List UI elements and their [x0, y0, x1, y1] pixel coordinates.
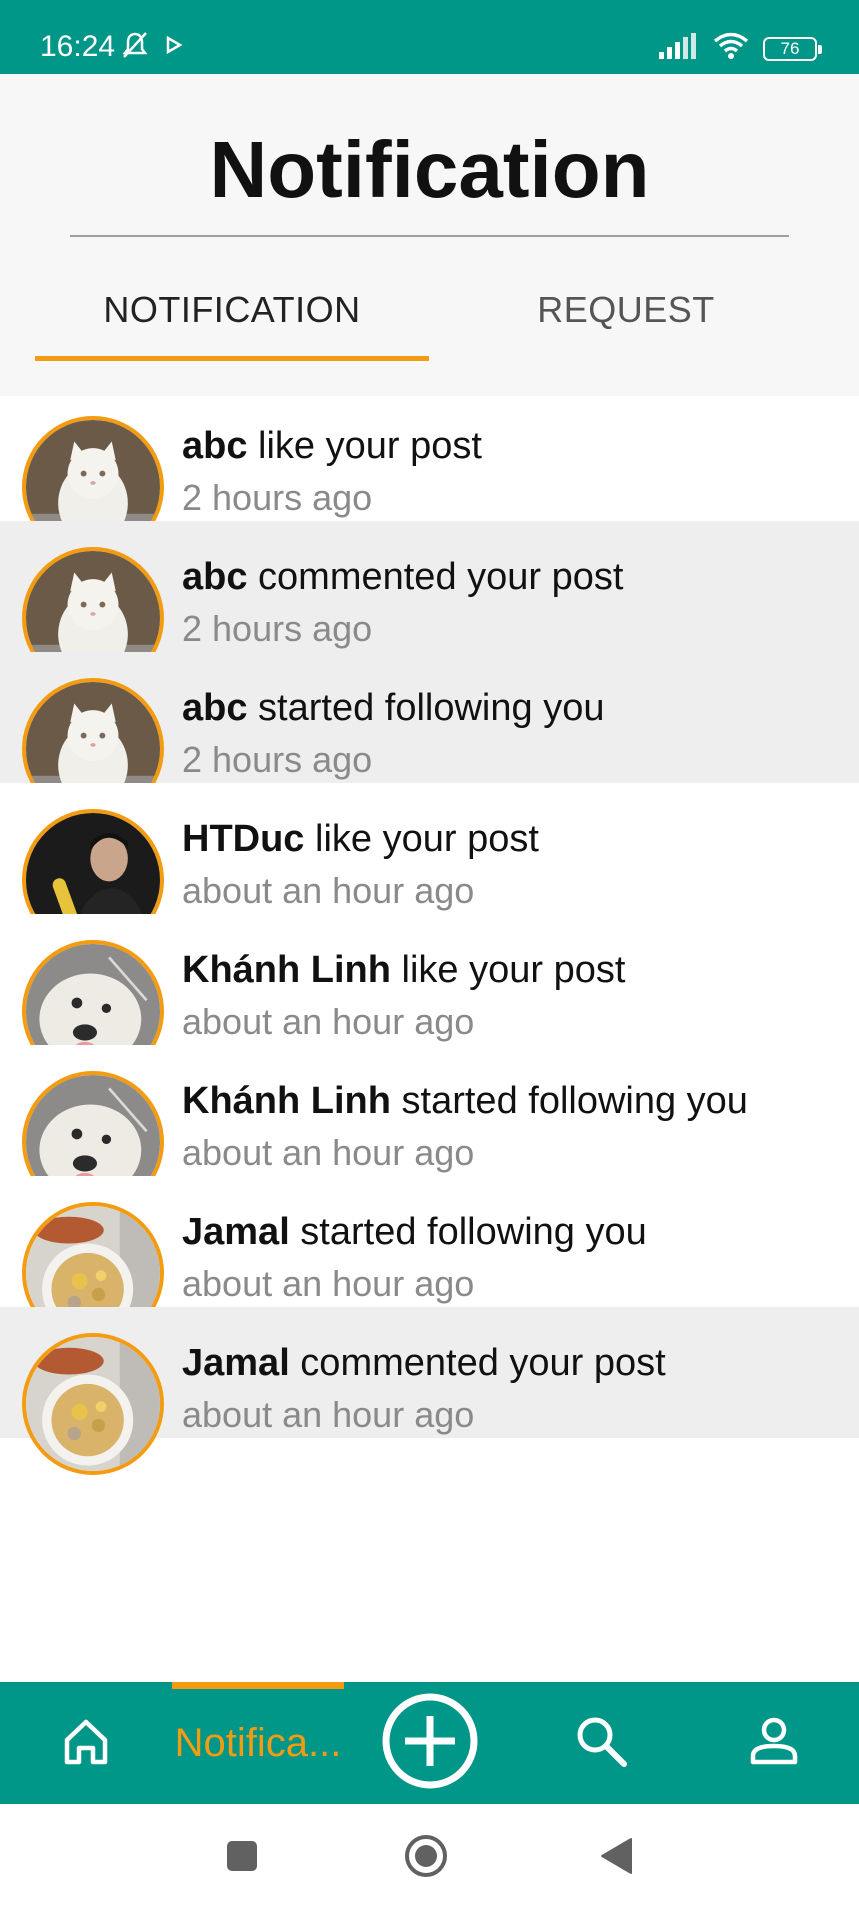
user-name[interactable]: abc — [182, 556, 247, 598]
notification-list[interactable]: abc like your post 2 hours ago abc comment… — [0, 396, 859, 1682]
list-item[interactable]: Khánh Linh started following you about an… — [0, 1045, 859, 1213]
bell-off-icon — [120, 30, 150, 65]
profile-icon — [749, 1716, 799, 1771]
notification-text: Khánh Linh like your post — [182, 948, 625, 992]
notification-time: 2 hours ago — [182, 739, 373, 780]
user-name[interactable]: Jamal — [182, 1211, 290, 1253]
square-icon — [226, 1840, 258, 1877]
status-left-icons — [120, 30, 184, 65]
system-nav-bar — [0, 1804, 859, 1908]
notification-text: abc commented your post — [182, 555, 623, 599]
nav-add[interactable] — [380, 1682, 480, 1804]
notification-action: started following you — [289, 1211, 647, 1253]
back-button[interactable] — [596, 1837, 636, 1880]
user-name[interactable]: Khánh Linh — [182, 1080, 391, 1122]
title-divider — [70, 235, 789, 237]
notification-time: about an hour ago — [182, 870, 475, 911]
list-item[interactable]: Khánh Linh like your post about an hour a… — [0, 914, 859, 1082]
list-item[interactable]: abc like your post 2 hours ago — [0, 396, 859, 558]
notification-action: like your post — [247, 425, 482, 467]
battery-level: 76 — [780, 38, 800, 58]
wifi-icon — [713, 32, 749, 65]
tab-request[interactable]: REQUEST — [429, 284, 823, 364]
nav-notification[interactable]: Notifica... — [172, 1682, 344, 1804]
notification-action: started following you — [247, 687, 605, 729]
circle-home-icon — [403, 1833, 449, 1884]
search-icon — [574, 1714, 628, 1773]
user-name[interactable]: abc — [182, 687, 247, 729]
add-circle-icon — [381, 1692, 479, 1795]
signal-icon — [659, 33, 699, 64]
notification-text: HTDuc like your post — [182, 817, 539, 861]
list-item[interactable]: Jamal commented your post about an hour a… — [0, 1307, 859, 1475]
notification-text: abc started following you — [182, 686, 604, 730]
notification-time: about an hour ago — [182, 1001, 475, 1042]
list-item[interactable]: abc started following you 2 hours ago — [0, 652, 859, 820]
notification-time: 2 hours ago — [182, 477, 373, 518]
notification-text: abc like your post — [182, 424, 482, 468]
user-name[interactable]: abc — [182, 425, 247, 467]
nav-notification-label: Notifica... — [174, 1720, 342, 1765]
nav-search[interactable] — [555, 1682, 647, 1804]
user-name[interactable]: Khánh Linh — [182, 949, 391, 991]
list-item[interactable]: HTDuc like your post about an hour ago — [0, 783, 859, 951]
user-name[interactable]: HTDuc — [182, 818, 304, 860]
notification-action: commented your post — [247, 556, 624, 598]
status-right-icons: 76 — [659, 32, 822, 65]
notification-text: Jamal started following you — [182, 1210, 647, 1254]
nav-profile[interactable] — [728, 1682, 820, 1804]
play-icon — [162, 34, 184, 61]
notification-time: about an hour ago — [182, 1263, 475, 1304]
status-time: 16:24 — [40, 30, 116, 63]
tab-indicator — [35, 356, 429, 361]
page-title: Notification — [209, 125, 650, 214]
notification-action: started following you — [390, 1080, 748, 1122]
notification-action: like your post — [304, 818, 539, 860]
battery-icon: 76 — [763, 36, 822, 61]
header: Notification NOTIFICATION REQUEST — [0, 74, 859, 396]
notification-time: about an hour ago — [182, 1132, 475, 1173]
status-bar: 16:24 76 — [0, 0, 859, 74]
home-system-button[interactable] — [405, 1834, 447, 1878]
user-name[interactable]: Jamal — [182, 1342, 290, 1384]
notification-text: Jamal commented your post — [182, 1341, 666, 1385]
list-item[interactable]: Jamal started following you about an hour… — [0, 1176, 859, 1344]
notification-text: Khánh Linh started following you — [182, 1079, 748, 1123]
tab-notification[interactable]: NOTIFICATION — [35, 284, 429, 364]
avatar[interactable] — [22, 1333, 164, 1475]
notification-action: commented your post — [289, 1342, 666, 1384]
notification-time: 2 hours ago — [182, 608, 373, 649]
notification-time: about an hour ago — [182, 1394, 475, 1435]
recents-button[interactable] — [222, 1838, 262, 1878]
notification-action: like your post — [390, 949, 626, 991]
home-icon — [61, 1716, 111, 1771]
list-item[interactable]: abc commented your post 2 hours ago — [0, 521, 859, 689]
bottom-nav: Notifica... — [0, 1682, 859, 1804]
nav-home[interactable] — [40, 1682, 132, 1804]
back-triangle-icon — [599, 1837, 633, 1880]
